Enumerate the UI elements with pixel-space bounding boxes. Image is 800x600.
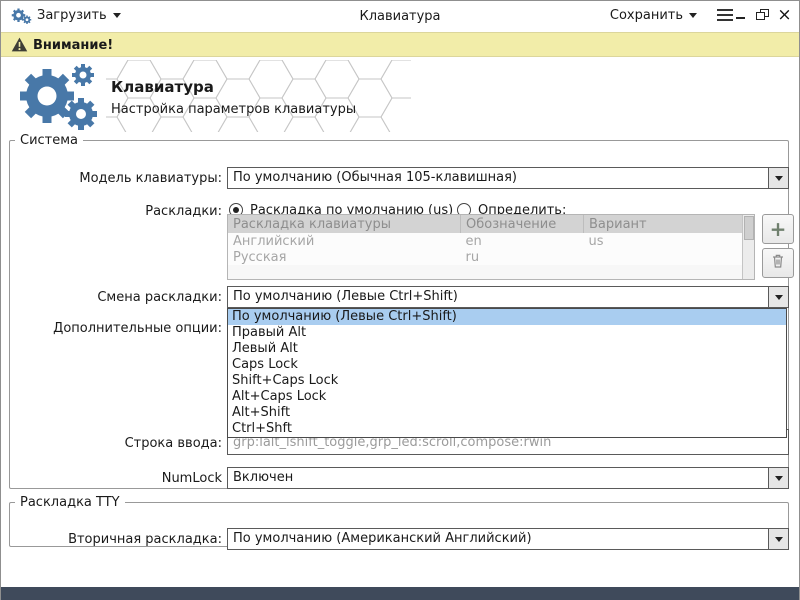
dropdown-button[interactable] [768, 168, 788, 188]
secondary-layout-label: Вторичная раскладка: [18, 532, 222, 547]
dropdown-option[interactable]: Левый Alt [228, 341, 786, 357]
save-menu-label: Сохранить [610, 8, 683, 23]
numlock-select[interactable]: Включен [227, 467, 789, 489]
chevron-down-icon [775, 537, 783, 542]
layout-switch-select[interactable]: По умолчанию (Левые Ctrl+Shift) [227, 286, 789, 308]
table-cell: Русская [228, 249, 461, 265]
dropdown-option[interactable]: Правый Alt [228, 325, 786, 341]
dropdown-option[interactable]: Shift+Caps Lock [228, 373, 786, 389]
tty-group: Раскладка TTY Вторичная раскладка: По ум… [9, 495, 789, 547]
layouts-table: Раскладка клавиатурыОбозначениеВариант А… [227, 214, 755, 280]
page-subtitle: Настройка параметров клавиатуры [111, 102, 356, 117]
hexagon-pattern-decoration [106, 60, 411, 132]
table-cell: en [461, 233, 584, 249]
save-menu-button[interactable]: Сохранить [610, 8, 697, 23]
secondary-layout-value: По умолчанию (Американский Английский) [233, 531, 764, 546]
maximize-icon [756, 9, 769, 21]
layouts-label: Раскладки: [18, 204, 222, 219]
tty-group-legend: Раскладка TTY [15, 495, 125, 510]
layouts-table-header-row: Раскладка клавиатурыОбозначениеВариант [228, 215, 754, 233]
window-title: Клавиатура [359, 9, 440, 24]
scrollbar-thumb[interactable] [744, 216, 754, 240]
dropdown-button[interactable] [768, 468, 788, 488]
chevron-down-icon [113, 13, 121, 18]
dropdown-option[interactable]: Alt+Shift [228, 405, 786, 421]
dropdown-button[interactable] [768, 529, 788, 549]
table-row: Английскийenus [228, 233, 754, 249]
system-group: Система Модель клавиатуры: По умолчанию … [9, 133, 789, 489]
keyboard-module-gears-icon [17, 62, 105, 136]
secondary-layout-select[interactable]: По умолчанию (Американский Английский) [227, 528, 789, 550]
keyboard-model-select[interactable]: По умолчанию (Обычная 105-клавишная) [227, 167, 789, 189]
load-menu-button[interactable]: Загрузить [37, 8, 121, 23]
module-header: Клавиатура Настройка параметров клавиату… [1, 58, 799, 136]
table-cell: ru [461, 249, 584, 265]
layout-switch-dropdown-list: По умолчанию (Левые Ctrl+Shift)Правый Al… [227, 308, 787, 438]
page-title: Клавиатура [111, 78, 214, 96]
dropdown-option[interactable]: Alt+Caps Lock [228, 389, 786, 405]
layout-switch-value: По умолчанию (Левые Ctrl+Shift) [233, 289, 764, 304]
keyboard-model-label: Модель клавиатуры: [18, 171, 222, 186]
add-layout-button[interactable]: + [762, 214, 794, 244]
table-cell [584, 249, 754, 265]
window-controls: × [732, 6, 793, 24]
bottom-status-bar [1, 587, 799, 600]
delete-layout-button[interactable] [762, 248, 794, 278]
load-menu-label: Загрузить [37, 8, 107, 23]
titlebar: Загрузить Клавиатура Сохранить × [1, 1, 799, 31]
table-column-header: Раскладка клавиатуры [228, 215, 461, 233]
dropdown-button[interactable] [768, 287, 788, 307]
warning-triangle-icon [11, 37, 28, 56]
numlock-label: NumLock [18, 471, 222, 486]
app-gears-icon [11, 6, 33, 26]
chevron-down-icon [775, 295, 783, 300]
chevron-down-icon [689, 13, 697, 18]
table-scrollbar[interactable] [742, 215, 754, 279]
table-column-header: Обозначение [461, 215, 584, 233]
close-button[interactable]: × [776, 6, 793, 24]
table-cell: Английский [228, 233, 461, 249]
input-string-label: Строка ввода: [18, 436, 222, 451]
layouts-table-body: АнглийскийenusРусскаяru [228, 233, 754, 265]
minimize-icon [736, 17, 745, 19]
layout-switch-label: Смена раскладки: [18, 290, 222, 305]
extra-options-label: Дополнительные опции: [18, 321, 222, 336]
table-row: Русскаяru [228, 249, 754, 265]
chevron-down-icon [775, 476, 783, 481]
dropdown-option[interactable]: Caps Lock [228, 357, 786, 373]
keyboard-model-value: По умолчанию (Обычная 105-клавишная) [233, 170, 764, 185]
keyboard-settings-window: Загрузить Клавиатура Сохранить × Внимани… [0, 0, 800, 600]
warning-text: Внимание! [33, 38, 113, 53]
minimize-button[interactable] [732, 6, 749, 24]
dropdown-option[interactable]: По умолчанию (Левые Ctrl+Shift) [228, 309, 786, 325]
maximize-button[interactable] [754, 6, 771, 24]
table-column-header: Вариант [584, 215, 754, 233]
plus-icon: + [770, 219, 787, 239]
table-cell: us [584, 233, 754, 249]
dropdown-option[interactable]: Ctrl+Shft [228, 421, 786, 437]
close-icon: × [777, 8, 791, 22]
chevron-down-icon [775, 176, 783, 181]
hamburger-menu-button[interactable] [717, 9, 733, 23]
numlock-value: Включен [233, 470, 764, 485]
warning-bar: Внимание! [1, 32, 799, 57]
trash-icon [770, 253, 786, 273]
